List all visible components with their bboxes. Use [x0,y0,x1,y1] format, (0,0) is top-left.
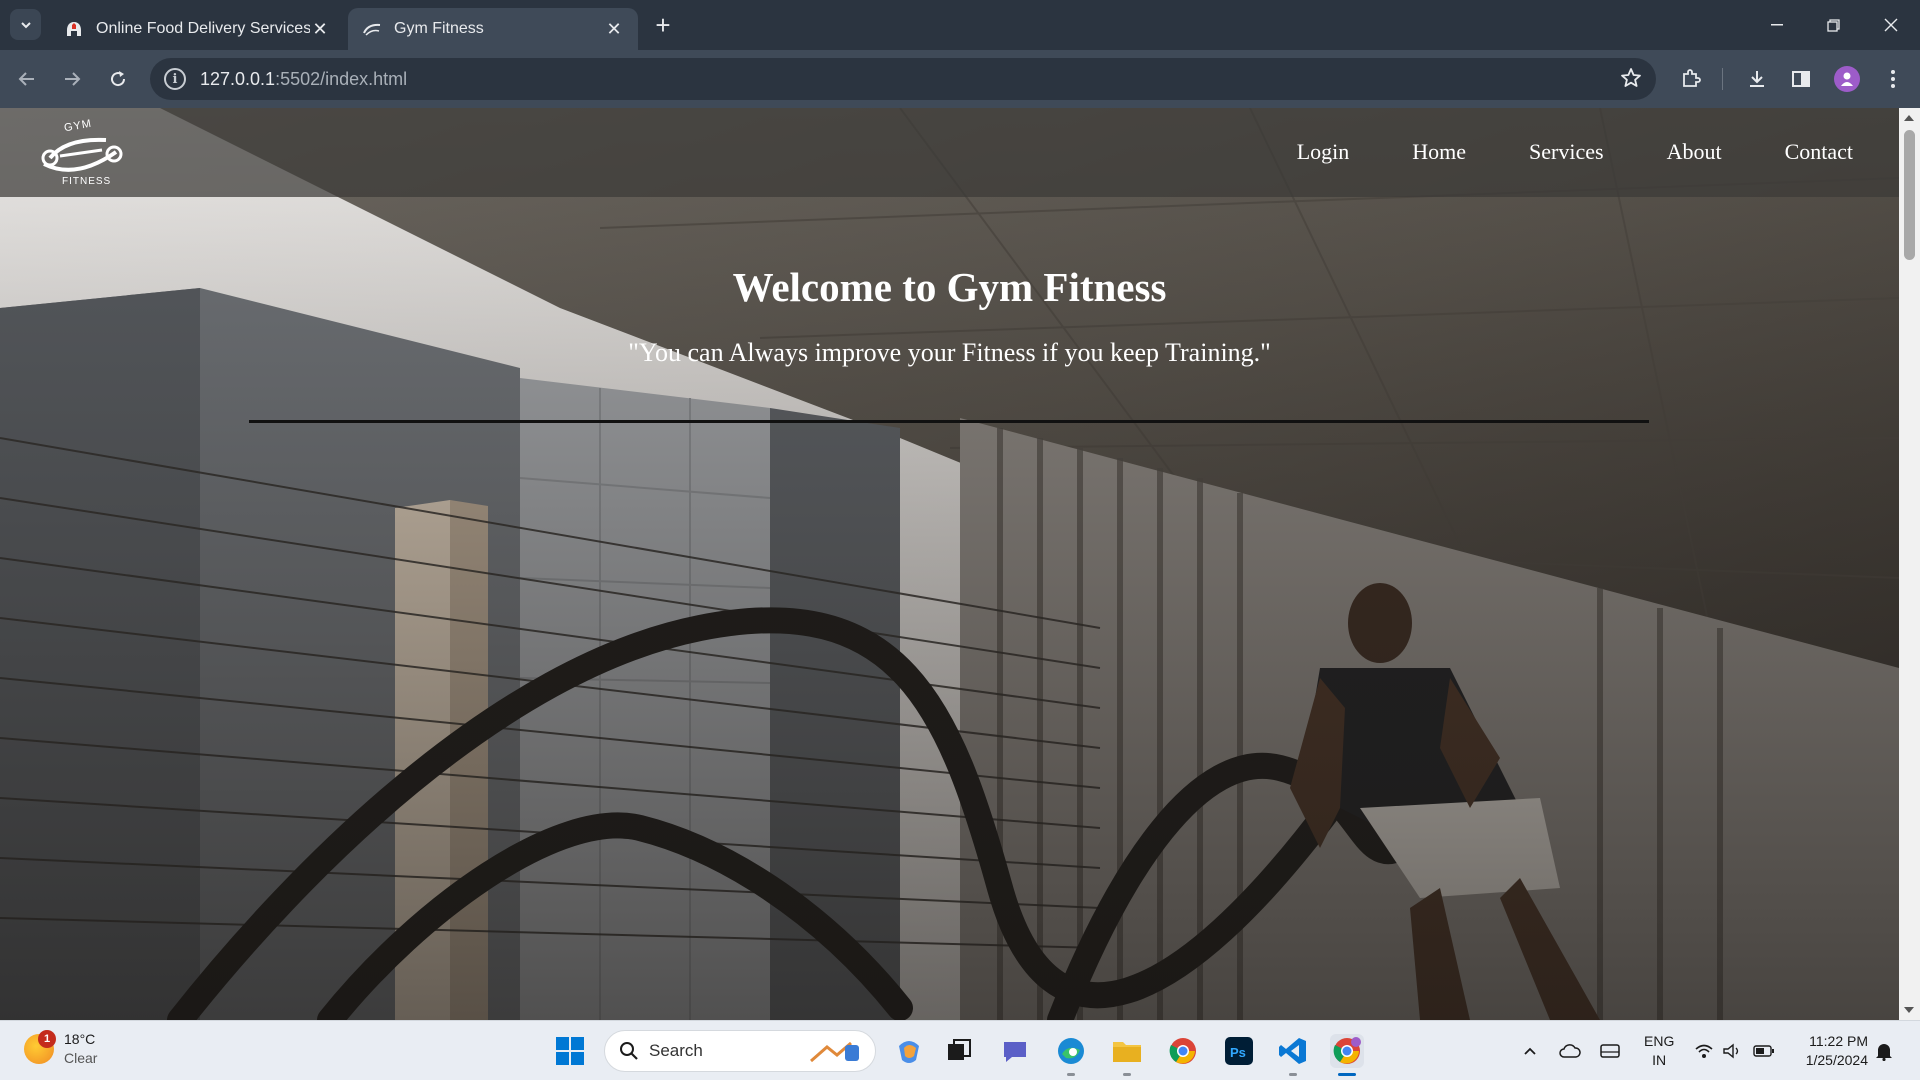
gym-favicon-icon [362,19,382,39]
notification-bell-icon[interactable] [1872,1039,1896,1063]
page-scrollbar[interactable] [1899,108,1920,1020]
browser-menu-kebab-icon[interactable] [1878,64,1908,94]
language-indicator[interactable]: ENG IN [1644,1032,1674,1070]
tab-title: Online Food Delivery Services [96,20,310,37]
nav-contact-link[interactable]: Contact [1785,132,1853,172]
clock-time: 11:22 PM [1809,1033,1868,1049]
svg-text:Ps: Ps [1230,1045,1246,1060]
chevron-down-icon [20,21,31,28]
vscode-icon[interactable] [1276,1034,1310,1076]
browser-toolbar: i 127.0.0.1:5502/index.html [0,50,1920,108]
running-indicator [1289,1073,1297,1076]
hero-title: Welcome to Gym Fitness [732,264,1167,310]
touch-keyboard-icon[interactable] [1598,1039,1622,1063]
extensions-puzzle-icon[interactable] [1676,64,1706,94]
hero-background-image [0,108,1899,1020]
back-arrow-icon[interactable] [11,63,43,95]
toolbar-divider [1722,68,1723,90]
edge-browser-icon[interactable] [1054,1034,1088,1076]
scrollbar-thumb[interactable] [1904,130,1915,260]
site-info-icon[interactable]: i [164,68,186,90]
url-path: :5502/index.html [275,68,408,89]
chrome-icon[interactable] [1166,1034,1200,1068]
forward-arrow-icon[interactable] [56,63,88,95]
side-panel-icon[interactable] [1786,64,1816,94]
nav-services-link[interactable]: Services [1529,132,1604,172]
search-highlight-icon [810,1041,859,1063]
weather-temperature: 18°C [64,1031,96,1047]
language-code: ENG [1644,1033,1675,1049]
new-tab-plus-icon[interactable]: + [650,12,676,38]
main-nav: Login Home Services About Contact [1297,132,1899,172]
search-icon [620,1042,638,1060]
taskbar-clock[interactable]: 11:22 PM 1/25/2024 [1796,1032,1868,1070]
close-tab-icon[interactable]: ✕ [604,19,624,39]
url-host: 127.0.0.1 [200,68,276,89]
food-delivery-favicon-icon [64,19,84,39]
bookmark-star-icon[interactable] [1620,67,1642,94]
weather-widget[interactable]: 1 18°C Clear [24,1030,97,1068]
close-tab-icon[interactable]: ✕ [310,19,330,39]
tab-gym-fitness[interactable]: Gym Fitness ✕ [348,8,638,50]
hero-quote: "You can Always improve your Fitness if … [628,338,1271,367]
hero-divider [249,420,1649,423]
search-label: Search [649,1041,703,1060]
tab-search-button[interactable] [10,9,41,40]
battery-icon[interactable] [1752,1039,1776,1063]
taskbar-search-box[interactable]: Search [604,1030,876,1072]
show-hidden-icons-chevron-up-icon[interactable] [1518,1039,1542,1063]
windows-taskbar: 1 18°C Clear Search Ps ENG IN 11:22 PM 1… [0,1020,1920,1080]
clock-date: 1/25/2024 [1805,1052,1868,1068]
browser-tab-strip: Online Food Delivery Services ✕ Gym Fitn… [0,0,1920,50]
restore-icon[interactable] [1810,10,1856,40]
weather-condition: Clear [64,1050,98,1066]
download-icon[interactable] [1742,64,1772,94]
nav-login-link[interactable]: Login [1297,132,1350,172]
active-indicator [1338,1073,1356,1076]
avatar-icon [1834,66,1860,92]
scroll-down-arrow-icon[interactable] [1904,1007,1914,1013]
language-region: IN [1652,1052,1667,1068]
tab-title: Gym Fitness [394,20,484,37]
minimize-icon[interactable] [1754,10,1800,40]
scroll-up-arrow-icon[interactable] [1904,115,1914,121]
gym-fitness-logo[interactable]: GYM FITNESS [36,118,126,188]
wifi-icon[interactable] [1692,1039,1716,1063]
photoshop-icon[interactable]: Ps [1222,1034,1256,1068]
site-header: GYM FITNESS Login Home Services About Co… [0,108,1899,197]
url-text[interactable]: 127.0.0.1:5502/index.html [200,69,407,90]
weather-sun-icon: 1 [24,1030,56,1064]
volume-icon[interactable] [1720,1039,1744,1063]
teams-chat-icon[interactable] [998,1034,1032,1068]
file-explorer-icon[interactable] [1110,1034,1144,1076]
profile-avatar[interactable] [1832,64,1862,94]
windows-start-icon[interactable] [555,1036,585,1066]
running-indicator [1123,1073,1131,1076]
address-bar[interactable]: i 127.0.0.1:5502/index.html [150,58,1656,100]
reload-icon[interactable] [102,63,134,95]
logo-text-bottom: FITNESS [62,176,112,187]
onedrive-cloud-icon[interactable] [1558,1039,1582,1063]
tab-food-delivery[interactable]: Online Food Delivery Services ✕ [50,8,344,50]
close-window-icon[interactable] [1868,10,1914,40]
weather-notification-badge: 1 [38,1030,56,1048]
running-indicator [1067,1073,1075,1076]
chrome-profile-icon-active[interactable] [1330,1034,1364,1076]
nav-about-link[interactable]: About [1667,132,1722,172]
task-view-icon[interactable] [942,1034,976,1068]
page-viewport: GYM FITNESS Login Home Services About Co… [0,108,1899,1020]
copilot-icon[interactable] [892,1034,926,1068]
nav-home-link[interactable]: Home [1412,132,1466,172]
